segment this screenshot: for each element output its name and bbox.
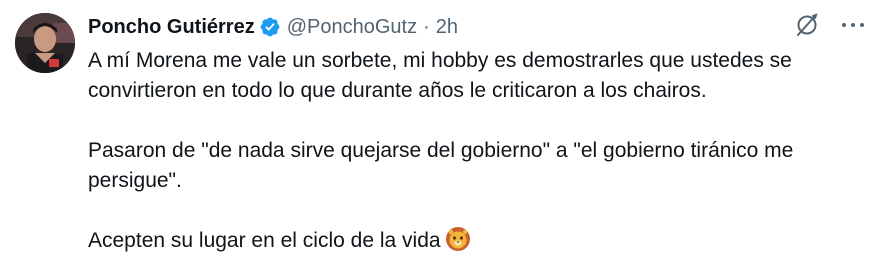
lion-face-emoji (445, 226, 471, 252)
tweet-card[interactable]: Poncho Gutiérrez @PonchoGutz · 2h A mí M… (0, 0, 890, 267)
verified-badge-icon[interactable] (259, 16, 281, 38)
grok-icon[interactable] (794, 12, 820, 38)
author-name[interactable]: Poncho Gutiérrez (88, 16, 255, 39)
avatar[interactable] (15, 13, 75, 73)
tweet-header: Poncho Gutiérrez @PonchoGutz · 2h (88, 14, 458, 40)
tweet-line-last: Acepten su lugar en el ciclo de la vida (88, 226, 878, 256)
more-options-icon[interactable] (842, 14, 864, 36)
separator-dot: · (423, 15, 430, 38)
profile-photo (15, 13, 75, 73)
tweet-actions (794, 12, 864, 38)
tweet-line: A mí Morena me vale un sorbete, mi hobby… (88, 49, 792, 72)
tweet-line: persigue". (88, 169, 182, 192)
tweet-line: convirtieron en todo lo que durante años… (88, 79, 707, 102)
tweet-line: Acepten su lugar en el ciclo de la vida (88, 229, 441, 252)
timestamp[interactable]: 2h (436, 16, 458, 39)
tweet-line: Pasaron de "de nada sirve quejarse del g… (88, 139, 794, 162)
author-handle[interactable]: @PonchoGutz (287, 16, 417, 39)
tweet-text: A mí Morena me vale un sorbete, mi hobby… (88, 46, 878, 256)
